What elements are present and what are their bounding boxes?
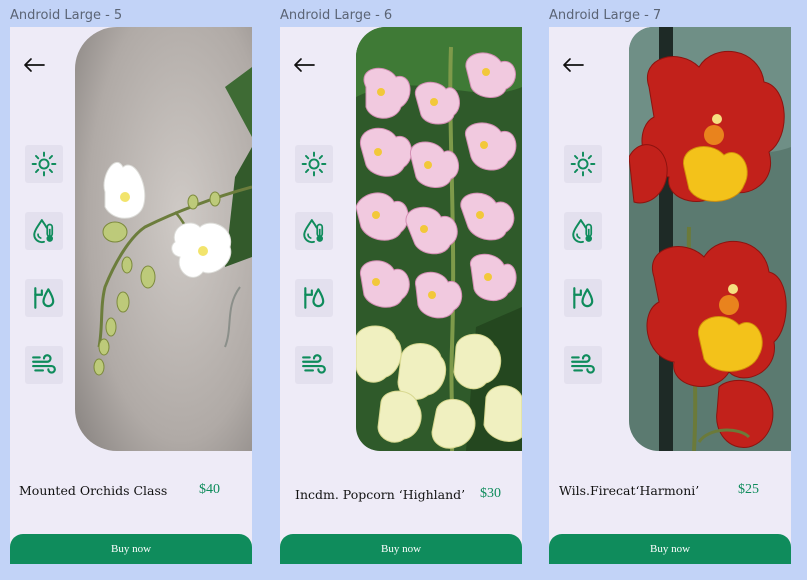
watering-care-button[interactable]	[564, 279, 602, 317]
back-arrow-icon[interactable]	[292, 55, 316, 75]
care-icon-list	[295, 145, 333, 413]
product-name: Incdm. Popcorn ‘Highland’	[295, 487, 466, 502]
sun-icon	[31, 151, 57, 177]
light-care-button[interactable]	[25, 145, 63, 183]
humidity-care-button[interactable]	[295, 212, 333, 250]
orchid-photo	[75, 27, 252, 451]
airflow-care-button[interactable]	[295, 346, 333, 384]
sun-icon	[301, 151, 327, 177]
humidity-temperature-icon	[303, 219, 324, 244]
wind-icon	[571, 354, 595, 374]
humidity-care-button[interactable]	[564, 212, 602, 250]
product-screen: Wils.Firecat‘Harmoni’ $25 Buy now	[549, 27, 791, 564]
frame-label: Android Large - 6	[280, 8, 393, 23]
airflow-care-button[interactable]	[564, 346, 602, 384]
buy-now-button[interactable]: Buy now	[549, 534, 791, 564]
sun-icon	[570, 151, 596, 177]
watering-icon	[304, 287, 325, 309]
watering-care-button[interactable]	[295, 279, 333, 317]
product-price: $25	[738, 482, 759, 497]
care-icon-list	[25, 145, 63, 413]
light-care-button[interactable]	[564, 145, 602, 183]
orchid-photo	[356, 27, 522, 451]
humidity-care-button[interactable]	[25, 212, 63, 250]
product-name: Wils.Firecat‘Harmoni’	[559, 483, 700, 498]
product-price: $40	[199, 482, 220, 497]
back-arrow-icon[interactable]	[22, 55, 46, 75]
buy-now-button[interactable]: Buy now	[280, 534, 522, 564]
humidity-temperature-icon	[572, 219, 593, 244]
back-arrow-icon[interactable]	[561, 55, 585, 75]
watering-icon	[34, 287, 55, 309]
light-care-button[interactable]	[295, 145, 333, 183]
frame-label: Android Large - 7	[549, 8, 662, 23]
product-price: $30	[480, 486, 501, 501]
product-screen: Mounted Orchids Class $40 Buy now	[10, 27, 252, 564]
humidity-temperature-icon	[33, 219, 54, 244]
product-name: Mounted Orchids Class	[19, 483, 168, 498]
care-icon-list	[564, 145, 602, 413]
watering-icon	[573, 287, 594, 309]
buy-now-button[interactable]: Buy now	[10, 534, 252, 564]
product-screen: Incdm. Popcorn ‘Highland’ $30 Buy now	[280, 27, 522, 564]
wind-icon	[32, 354, 56, 374]
orchid-photo	[629, 27, 791, 451]
watering-care-button[interactable]	[25, 279, 63, 317]
airflow-care-button[interactable]	[25, 346, 63, 384]
frame-label: Android Large - 5	[10, 8, 123, 23]
wind-icon	[302, 354, 326, 374]
